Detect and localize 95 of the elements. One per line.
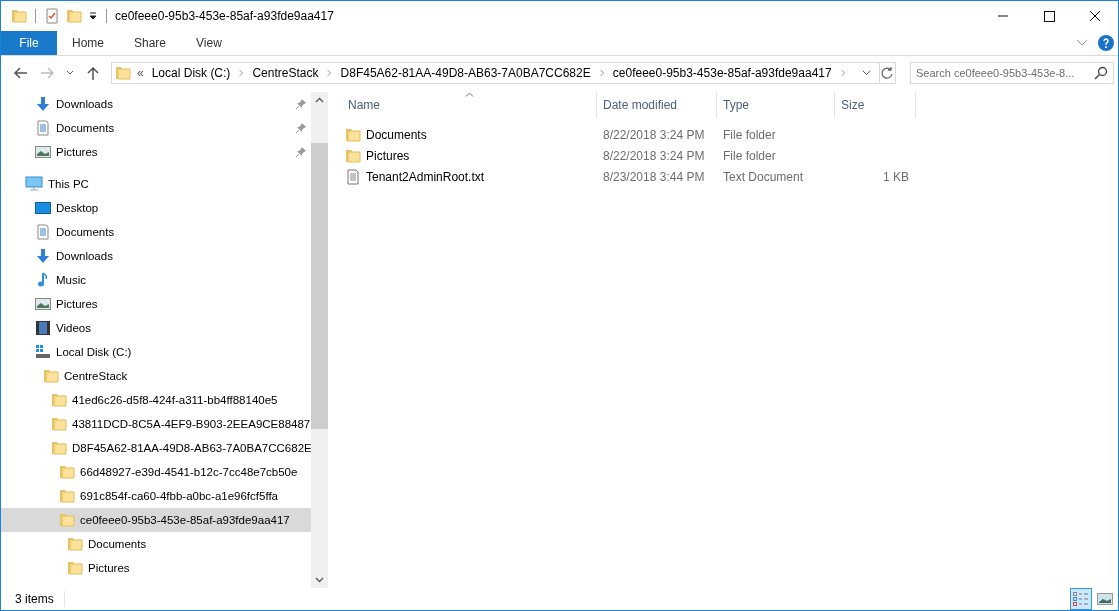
file-name: Tenant2AdminRoot.txt bbox=[366, 169, 485, 184]
drive-icon bbox=[35, 344, 51, 360]
document-icon bbox=[35, 120, 51, 136]
tree-item[interactable]: Downloads bbox=[1, 244, 311, 268]
folder-icon bbox=[43, 368, 59, 384]
tree-item[interactable]: D8F45A62-81AA-49D8-AB63-7A0BA7CC682E bbox=[1, 436, 311, 460]
scrollbar-thumb[interactable] bbox=[311, 143, 328, 429]
column-header[interactable]: Type bbox=[717, 92, 835, 118]
forward-arrow-icon[interactable] bbox=[39, 65, 55, 81]
folder-icon bbox=[59, 464, 75, 480]
text-file-icon bbox=[345, 168, 361, 185]
file-row[interactable]: Pictures 8/22/2018 3:24 PM File folder bbox=[342, 145, 1118, 166]
tree-item[interactable]: Desktop bbox=[1, 196, 311, 220]
tree-item[interactable]: ce0feee0-95b3-453e-85af-a93fde9aa417 bbox=[1, 508, 311, 532]
tree-item[interactable]: Videos bbox=[1, 316, 311, 340]
dropdown-icon[interactable] bbox=[88, 11, 98, 21]
folder-icon bbox=[59, 512, 75, 528]
tree-item[interactable]: Local Disk (C:) bbox=[1, 340, 311, 364]
sort-caret-icon bbox=[465, 92, 474, 97]
file-name: Documents bbox=[366, 127, 427, 142]
tree-item[interactable]: Documents bbox=[1, 220, 311, 244]
desktop-icon bbox=[35, 200, 51, 216]
breadcrumb-segment[interactable]: D8F45A62-81AA-49D8-AB63-7A0BA7CC682E bbox=[340, 66, 591, 80]
folder-icon bbox=[51, 440, 67, 456]
tree-item[interactable]: This PC bbox=[1, 172, 311, 196]
tree-item[interactable]: Documents bbox=[1, 532, 311, 556]
folder-icon bbox=[59, 488, 75, 504]
back-arrow-icon[interactable] bbox=[13, 65, 29, 81]
details-view-button[interactable] bbox=[1070, 588, 1092, 610]
tree-item[interactable]: 691c854f-ca60-4fbb-a0bc-a1e96fcf5ffa bbox=[1, 484, 311, 508]
file-type: Text Document bbox=[723, 169, 804, 184]
tree-item[interactable]: Music bbox=[1, 268, 311, 292]
tree-item[interactable]: CentreStack bbox=[1, 364, 311, 388]
quick-access-item[interactable]: Downloads bbox=[1, 92, 311, 116]
thumbnail-icon bbox=[1097, 593, 1113, 605]
item-count: 3 items bbox=[15, 592, 54, 606]
file-row[interactable]: Documents 8/22/2018 3:24 PM File folder bbox=[342, 124, 1118, 145]
column-header[interactable]: Date modified bbox=[597, 92, 717, 118]
folder-icon bbox=[51, 416, 67, 432]
down-arrow-icon bbox=[35, 96, 51, 112]
file-tab[interactable]: File bbox=[1, 31, 57, 55]
pin-icon[interactable] bbox=[295, 98, 307, 110]
date-modified: 8/23/2018 3:44 PM bbox=[603, 169, 705, 184]
folder-icon bbox=[67, 560, 83, 576]
chevron-down-icon[interactable] bbox=[861, 69, 871, 77]
scrollbar[interactable] bbox=[311, 92, 328, 588]
column-header[interactable]: Name bbox=[342, 92, 597, 118]
chevron-down-icon[interactable] bbox=[1076, 39, 1088, 47]
folder-icon bbox=[51, 392, 67, 408]
window-title: ce0feee0-95b3-453e-85af-a93fde9aa417 bbox=[115, 9, 335, 23]
search-icon[interactable] bbox=[1094, 66, 1108, 80]
folder-icon bbox=[345, 126, 361, 143]
refresh-icon[interactable] bbox=[880, 66, 895, 80]
monitor-icon bbox=[25, 176, 43, 192]
ribbon-tab[interactable]: View bbox=[181, 31, 237, 55]
column-header[interactable]: Size bbox=[835, 92, 916, 118]
file-type: File folder bbox=[723, 127, 776, 142]
quick-access-item[interactable]: Pictures bbox=[1, 140, 311, 164]
tree-item[interactable]: 41ed6c26-d5f8-424f-a311-bb4ff88140e5 bbox=[1, 388, 311, 412]
up-arrow-icon[interactable] bbox=[85, 65, 101, 81]
picture-icon bbox=[35, 144, 51, 160]
breadcrumb-segment[interactable]: Local Disk (C:) bbox=[151, 66, 231, 80]
ribbon-tab[interactable]: Share bbox=[119, 31, 182, 55]
chevron-down-icon[interactable] bbox=[65, 69, 75, 77]
tree-item[interactable]: 66d48927-e39d-4541-b12c-7cc48e7cb50e bbox=[1, 460, 311, 484]
quick-access-item[interactable]: Documents bbox=[1, 116, 311, 140]
pin-icon[interactable] bbox=[295, 122, 307, 134]
folder-icon bbox=[345, 147, 361, 164]
checklist-icon[interactable] bbox=[44, 8, 60, 24]
ribbon-tab[interactable]: Home bbox=[57, 31, 119, 55]
down-arrow-icon bbox=[35, 248, 51, 264]
file-size: 1 KB bbox=[883, 169, 909, 184]
search-field[interactable]: Search ce0feee0-95b3-453e-8... bbox=[910, 62, 1114, 84]
file-name: Pictures bbox=[366, 148, 410, 163]
address-bar[interactable]: « Local Disk (C:) CentreStack D8F45A62-81AA-49D8-AB63-7A0BA7CC682E ce0feee0-95b3-453e-85af-a93fde9aa417 bbox=[111, 62, 896, 84]
tree-item[interactable]: 43811DCD-8C5A-4EF9-B903-2EEA9CE88487 bbox=[1, 412, 311, 436]
picture-icon bbox=[35, 296, 51, 312]
folder-icon bbox=[67, 536, 83, 552]
overflow-chevron[interactable]: « bbox=[137, 66, 144, 80]
tree-item[interactable]: Pictures bbox=[1, 556, 311, 580]
file-type: File folder bbox=[723, 148, 776, 163]
folder-icon bbox=[66, 8, 82, 24]
file-row[interactable]: Tenant2AdminRoot.txt 8/23/2018 3:44 PM Text Document 1 KB bbox=[342, 166, 1118, 187]
details-icon bbox=[1073, 592, 1089, 606]
folder-icon bbox=[115, 65, 131, 81]
date-modified: 8/22/2018 3:24 PM bbox=[603, 127, 705, 142]
folder-icon bbox=[11, 8, 27, 24]
breadcrumb-segment[interactable]: CentreStack bbox=[252, 66, 319, 80]
film-icon bbox=[35, 320, 51, 336]
pin-icon[interactable] bbox=[295, 146, 307, 158]
breadcrumb-segment[interactable]: ce0feee0-95b3-453e-85af-a93fde9aa417 bbox=[612, 66, 832, 80]
date-modified: 8/22/2018 3:24 PM bbox=[603, 148, 705, 163]
help-icon[interactable] bbox=[1098, 35, 1114, 51]
tree-item[interactable]: Pictures bbox=[1, 292, 311, 316]
document-icon bbox=[35, 224, 51, 240]
